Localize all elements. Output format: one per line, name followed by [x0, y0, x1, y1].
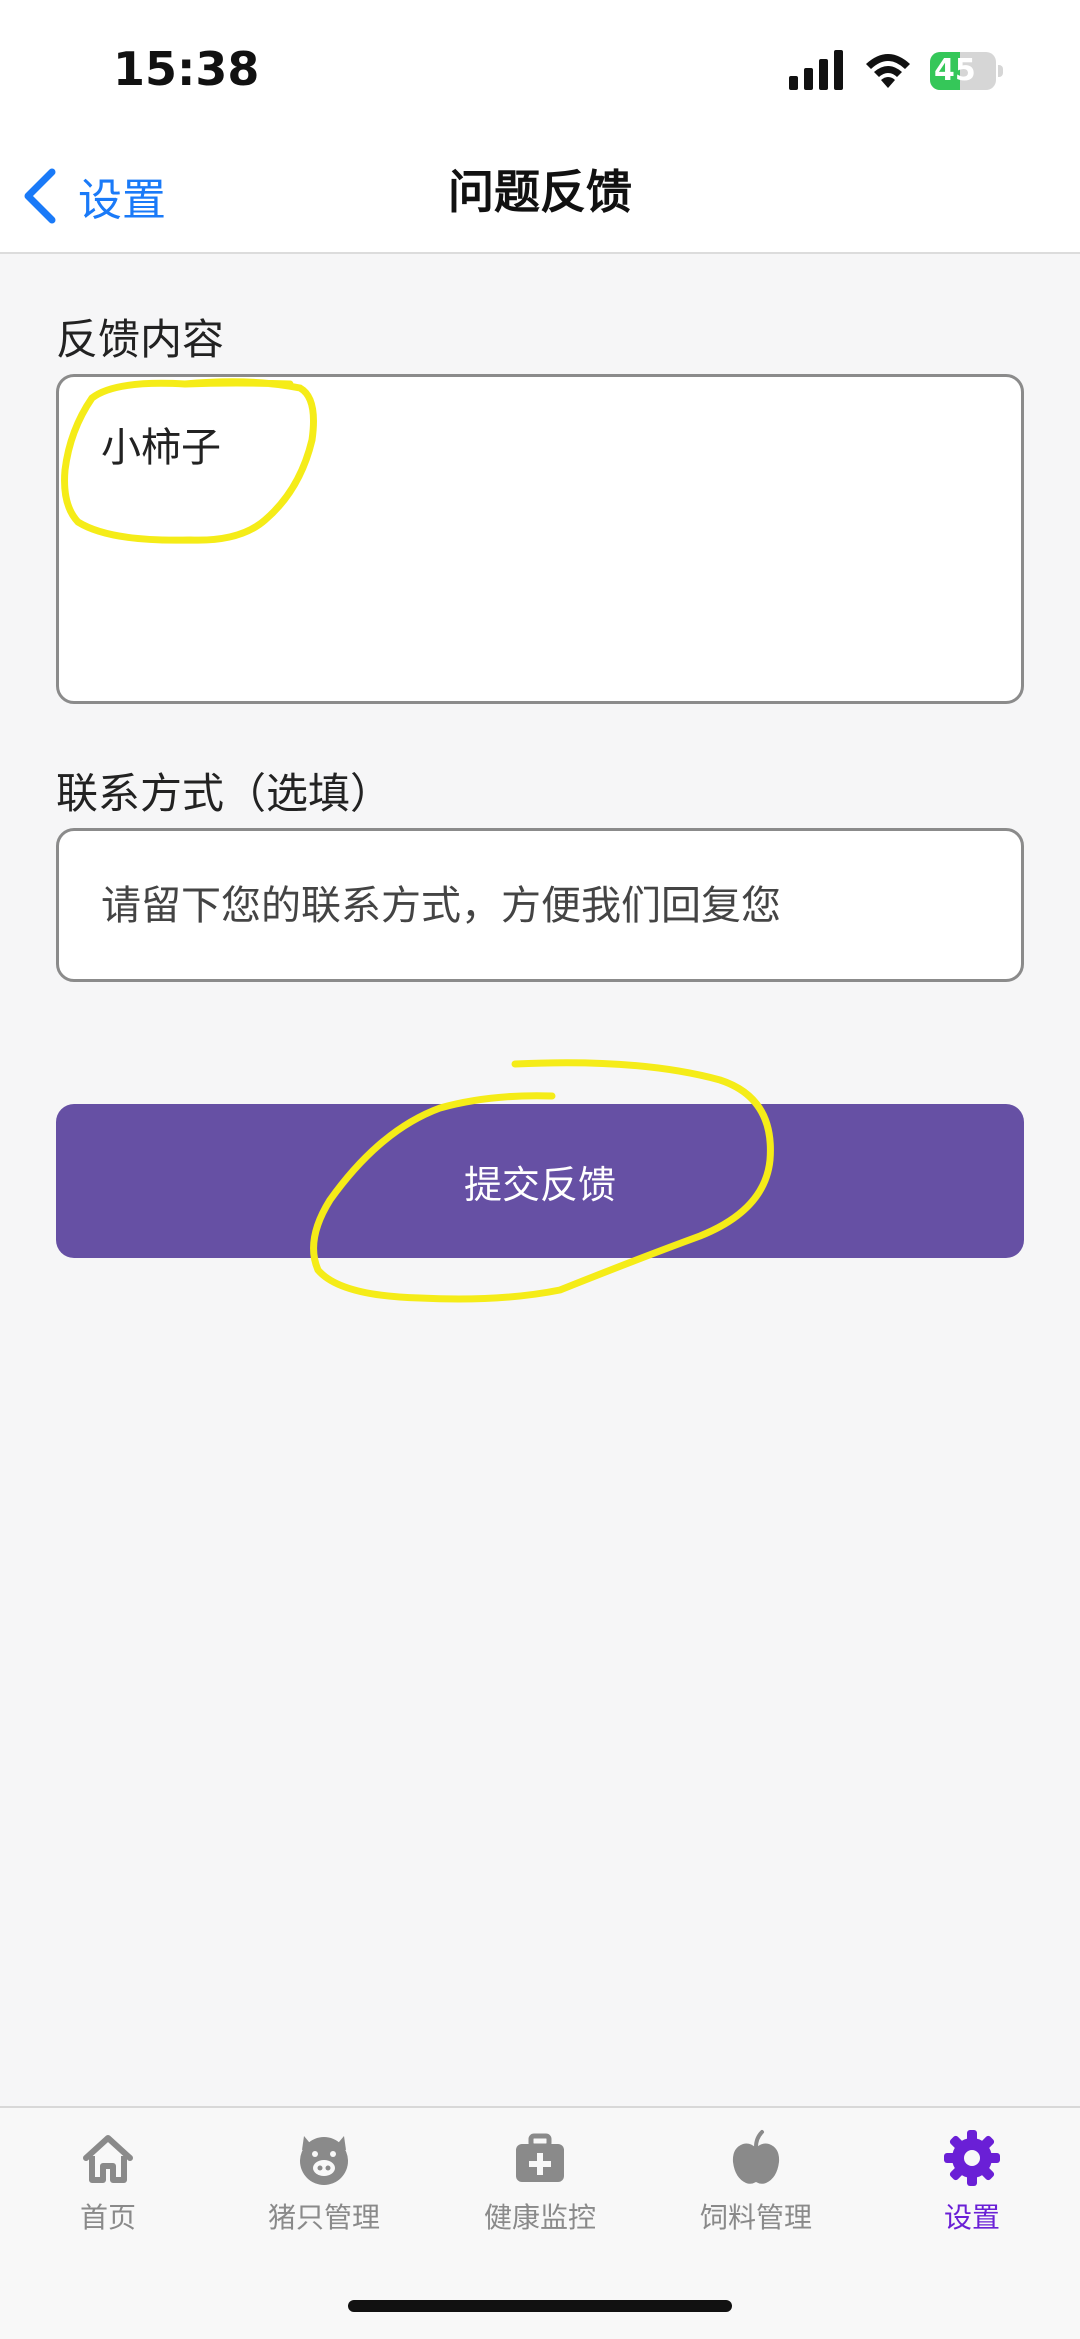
contact-label: 联系方式（选填） [56, 769, 393, 818]
back-button[interactable]: 设置 [18, 156, 166, 236]
feedback-text: 小柿子 [101, 425, 221, 471]
pig-icon [300, 2136, 348, 2185]
contact-field[interactable] [56, 828, 1024, 982]
tab-health-monitor[interactable]: 健康监控 [432, 2128, 648, 2258]
home-icon [83, 2135, 133, 2183]
battery-percent: 45 [934, 53, 976, 88]
battery-body: 45 [930, 52, 996, 90]
tab-settings-label: 设置 [943, 2201, 1000, 2234]
status-time: 15:38 [113, 42, 260, 96]
tab-home-label: 首页 [79, 2201, 136, 2234]
gear-icon [944, 2130, 1000, 2186]
apple-icon [732, 2130, 780, 2184]
home-indicator[interactable] [348, 2300, 732, 2312]
chevron-left-icon [24, 168, 56, 224]
wifi-icon [866, 54, 910, 88]
cellular-signal-icon [789, 50, 843, 90]
tab-feed-management[interactable]: 饲料管理 [648, 2128, 864, 2258]
tab-settings[interactable]: 设置 [864, 2128, 1080, 2258]
tab-pig-management-label: 猪只管理 [267, 2201, 380, 2234]
submit-feedback-button[interactable]: 提交反馈 [56, 1104, 1024, 1258]
tab-home[interactable]: 首页 [0, 2128, 216, 2258]
contact-input[interactable] [99, 831, 983, 981]
battery-cap [998, 65, 1003, 77]
feedback-textarea[interactable]: 小柿子 [56, 374, 1024, 704]
navigation-bar: 问题反馈 设置 [0, 150, 1080, 254]
feedback-label: 反馈内容 [56, 315, 225, 364]
tab-pig-management[interactable]: 猪只管理 [216, 2128, 432, 2258]
medical-kit-icon [516, 2133, 564, 2182]
status-bar: 15:38 45 [0, 0, 1080, 150]
back-button-label: 设置 [78, 175, 166, 226]
tab-feed-management-label: 饲料管理 [699, 2201, 812, 2234]
tab-health-monitor-label: 健康监控 [483, 2201, 596, 2234]
battery-indicator: 45 [930, 52, 1004, 90]
